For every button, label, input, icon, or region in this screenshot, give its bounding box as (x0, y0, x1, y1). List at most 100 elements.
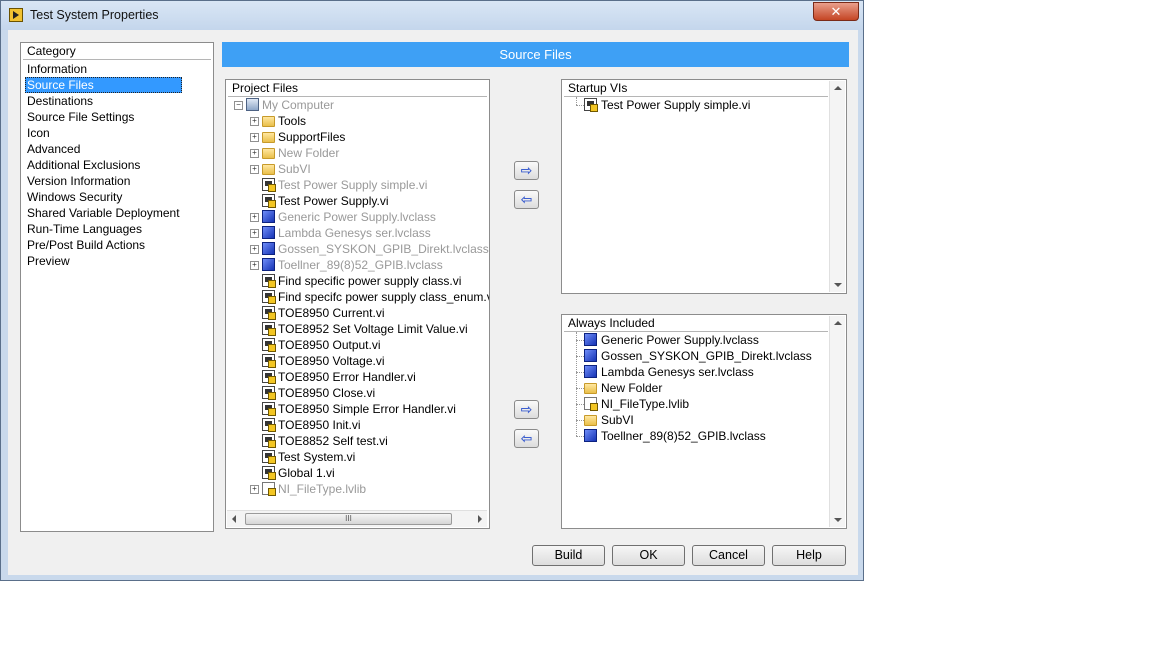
tree-item[interactable]: TOE8950 Output.vi (226, 337, 486, 353)
class-icon (584, 349, 597, 362)
tree-item-label: TOE8950 Voltage.vi (278, 354, 385, 368)
computer-icon (246, 98, 259, 111)
expand-icon[interactable]: + (250, 133, 259, 142)
folder-icon (584, 383, 597, 394)
scroll-right-arrow-icon[interactable] (478, 515, 482, 523)
scroll-left-arrow-icon[interactable] (232, 515, 236, 523)
tree-item[interactable]: + Lambda Genesys ser.lvclass (226, 225, 486, 241)
list-item[interactable]: NI_FileType.lvlib (562, 396, 822, 412)
list-item[interactable]: Gossen_SYSKON_GPIB_Direkt.lvclass (562, 348, 822, 364)
category-item[interactable]: Windows Security (25, 189, 182, 205)
tree-item[interactable]: + NI_FileType.lvlib (226, 481, 486, 497)
tree-item[interactable]: Find specifc power supply class_enum.vi (226, 289, 489, 305)
tree-item-label: Toellner_89(8)52_GPIB.lvclass (278, 258, 443, 272)
tree-item[interactable]: TOE8950 Simple Error Handler.vi (226, 401, 486, 417)
project-files-panel: Project Files − My Computer + Tools + Support… (225, 79, 490, 529)
tree-connector (576, 436, 584, 437)
list-item[interactable]: Test Power Supply simple.vi (562, 97, 822, 113)
list-item[interactable]: Toellner_89(8)52_GPIB.lvclass (562, 428, 822, 444)
category-item[interactable]: Source Files (25, 77, 182, 93)
tree-item[interactable]: + Toellner_89(8)52_GPIB.lvclass (226, 257, 486, 273)
tree-item-label: New Folder (278, 146, 340, 160)
tree-item[interactable]: TOE8952 Set Voltage Limit Value.vi (226, 321, 486, 337)
scroll-down-arrow-icon[interactable] (834, 283, 842, 287)
tree-item[interactable]: + Tools (226, 113, 486, 129)
list-item[interactable]: Generic Power Supply.lvclass (562, 332, 822, 348)
tree-item[interactable]: TOE8950 Current.vi (226, 305, 486, 321)
category-item[interactable]: Additional Exclusions (25, 157, 182, 173)
tree-item[interactable]: + New Folder (226, 145, 486, 161)
scroll-down-arrow-icon[interactable] (834, 518, 842, 522)
remove-always-included-button[interactable]: ⇦ (514, 429, 539, 448)
expand-icon[interactable]: + (250, 261, 259, 270)
tree-connector (576, 404, 584, 405)
tree-item[interactable]: TOE8950 Voltage.vi (226, 353, 486, 369)
tree-item[interactable]: Test System.vi (226, 449, 486, 465)
tree-item[interactable]: TOE8950 Init.vi (226, 417, 486, 433)
category-item[interactable]: Information (25, 61, 182, 77)
tree-item-label: TOE8950 Error Handler.vi (278, 370, 416, 384)
tree-item[interactable]: + SubVI (226, 161, 486, 177)
tree-item[interactable]: TOE8950 Close.vi (226, 385, 486, 401)
expand-icon[interactable]: + (250, 149, 259, 158)
tree-item-label: TOE8952 Set Voltage Limit Value.vi (278, 322, 468, 336)
help-button[interactable]: Help (772, 545, 846, 566)
vertical-scrollbar[interactable] (829, 81, 845, 292)
category-item[interactable]: Source File Settings (25, 109, 182, 125)
expand-icon[interactable]: + (250, 229, 259, 238)
tree-item-label: TOE8950 Current.vi (278, 306, 385, 320)
list-item[interactable]: Lambda Genesys ser.lvclass (562, 364, 822, 380)
close-button[interactable]: ✕ (813, 2, 859, 21)
vertical-scrollbar[interactable] (829, 316, 845, 527)
tree-item[interactable]: Global 1.vi (226, 465, 486, 481)
expand-icon[interactable]: + (250, 165, 259, 174)
list-item[interactable]: SubVI (562, 412, 822, 428)
tree-connector (576, 388, 584, 389)
cancel-button[interactable]: Cancel (692, 545, 765, 566)
build-button[interactable]: Build (532, 545, 605, 566)
expand-icon[interactable]: + (250, 117, 259, 126)
scroll-up-arrow-icon[interactable] (834, 86, 842, 90)
tree-item[interactable]: Test Power Supply.vi (226, 193, 486, 209)
tree-item[interactable]: TOE8852 Self test.vi (226, 433, 486, 449)
vi-icon (262, 274, 276, 288)
collapse-icon[interactable]: − (234, 101, 243, 110)
project-files-tree: − My Computer + Tools + SupportFiles + New Fold… (226, 97, 489, 511)
scroll-up-arrow-icon[interactable] (834, 321, 842, 325)
category-item[interactable]: Preview (25, 253, 182, 269)
tree-item-label: Test System.vi (278, 450, 356, 464)
expand-icon[interactable]: + (250, 245, 259, 254)
vi-icon (262, 290, 276, 304)
tree-item[interactable]: + SupportFiles (226, 129, 486, 145)
expand-icon[interactable]: + (250, 485, 259, 494)
startup-vis-panel: Startup VIs Test Power Supply simple.vi (561, 79, 847, 294)
remove-startup-vi-button[interactable]: ⇦ (514, 190, 539, 209)
category-item[interactable]: Version Information (25, 173, 182, 189)
library-icon (262, 482, 276, 496)
category-item[interactable]: Pre/Post Build Actions (25, 237, 182, 253)
vi-icon (262, 194, 276, 208)
add-startup-vi-button[interactable]: ⇨ (514, 161, 539, 180)
list-item[interactable]: New Folder (562, 380, 822, 396)
category-item[interactable]: Advanced (25, 141, 182, 157)
horizontal-scrollbar[interactable]: III (227, 510, 487, 527)
tree-item[interactable]: − My Computer (226, 97, 486, 113)
tree-item-label: SupportFiles (278, 130, 346, 144)
title-bar[interactable]: Test System Properties ✕ (1, 1, 863, 30)
category-item[interactable]: Icon (25, 125, 182, 141)
category-item[interactable]: Shared Variable Deployment (25, 205, 182, 221)
tree-item[interactable]: Find specific power supply class.vi (226, 273, 486, 289)
labview-app-icon (9, 8, 23, 22)
tree-item[interactable]: + Generic Power Supply.lvclass (226, 209, 486, 225)
category-item[interactable]: Run-Time Languages (25, 221, 182, 237)
tree-item[interactable]: Test Power Supply simple.vi (226, 177, 486, 193)
expand-icon[interactable]: + (250, 213, 259, 222)
tree-item[interactable]: TOE8950 Error Handler.vi (226, 369, 486, 385)
add-always-included-button[interactable]: ⇨ (514, 400, 539, 419)
section-title: Source Files (222, 42, 849, 67)
ok-button[interactable]: OK (612, 545, 685, 566)
scroll-thumb[interactable]: III (245, 513, 452, 525)
tree-item[interactable]: + Gossen_SYSKON_GPIB_Direkt.lvclass (226, 241, 489, 257)
list-item-label: NI_FileType.lvlib (601, 397, 690, 411)
category-item[interactable]: Destinations (25, 93, 182, 109)
